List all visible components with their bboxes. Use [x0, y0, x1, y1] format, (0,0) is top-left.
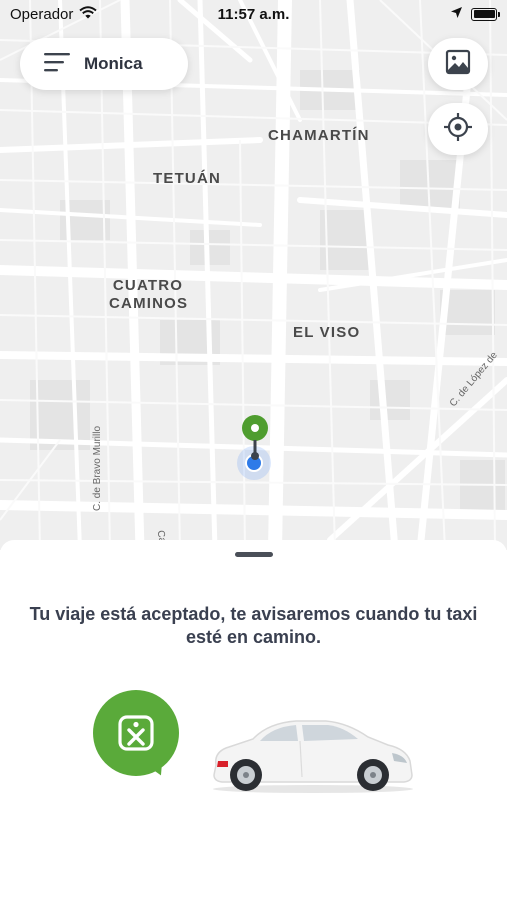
district-label-cuatro-caminos: CUATRO CAMINOS — [109, 277, 187, 313]
district-label-cuatro: CUATRO — [112, 277, 184, 294]
status-bar: Operador 11:57 a.m. — [0, 0, 507, 28]
district-label-chamartin: CHAMARTÍN — [268, 127, 370, 144]
street-label-bravo-murillo: C. de Bravo Murillo — [92, 425, 104, 512]
user-name: Monica — [84, 54, 143, 73]
status-right — [450, 6, 500, 23]
car-illustration — [208, 715, 418, 800]
district-label-el-viso: EL VISO — [293, 324, 361, 341]
carrier-label: Operador — [10, 5, 74, 23]
locate-me-button[interactable] — [428, 103, 488, 155]
trip-status-message: Tu viaje está aceptado, te avisaremos cu… — [29, 604, 478, 647]
user-menu-button[interactable]: Monica — [20, 38, 188, 90]
brand-x-icon — [118, 715, 154, 751]
location-arrow-icon — [450, 6, 463, 23]
sheet-drag-handle[interactable] — [235, 552, 273, 557]
crosshair-locate-icon — [443, 112, 473, 147]
image-layers-icon — [445, 49, 471, 80]
bottom-sheet: Tu viaje está aceptado, te avisaremos cu… — [0, 540, 507, 900]
battery-icon — [471, 7, 500, 21]
status-time: 11:57 a.m. — [217, 5, 290, 23]
wifi-icon — [79, 5, 98, 23]
status-left: Operador — [10, 5, 98, 23]
hamburger-menu-icon — [44, 52, 70, 77]
taxi-brand-logo — [93, 690, 179, 776]
destination-pin-icon[interactable] — [241, 414, 269, 467]
district-label-caminos: CAMINOS — [109, 295, 189, 312]
district-label-tetuan: TETUÁN — [153, 170, 222, 187]
map-layers-button[interactable] — [428, 38, 488, 90]
